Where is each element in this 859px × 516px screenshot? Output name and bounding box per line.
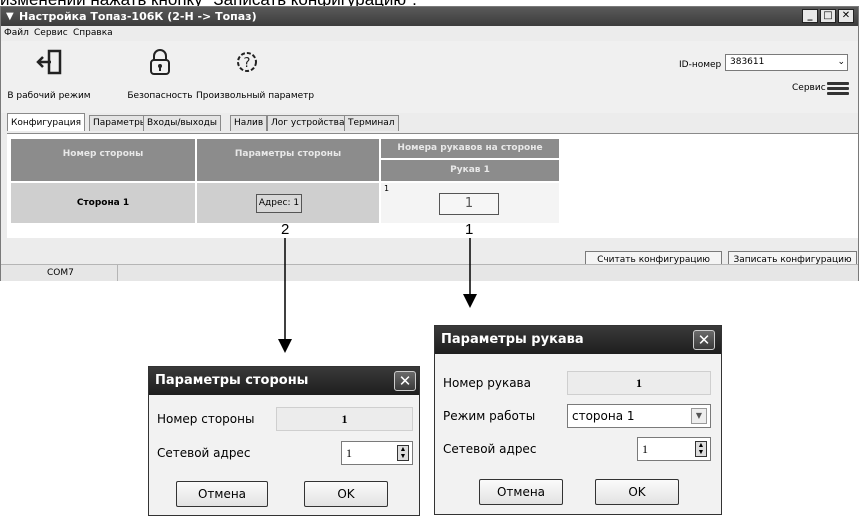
hose-cancel-button[interactable]: Отмена (479, 479, 563, 505)
side-net-address-value: 1 (346, 446, 352, 460)
hose-net-address-value: 1 (642, 442, 648, 456)
hose-net-address-stepper[interactable]: 1 ▲ ▼ (637, 437, 711, 461)
close-icon[interactable]: ✕ (693, 330, 715, 350)
hose-net-address-label: Сетевой адрес (443, 442, 537, 456)
arrow-hose-head (463, 294, 477, 308)
dropdown-arrow-icon[interactable]: ▼ (691, 408, 707, 424)
side-net-address-stepper[interactable]: 1 ▲ ▼ (341, 441, 413, 465)
side-cancel-button[interactable]: Отмена (176, 481, 268, 507)
hose-number-label: Номер рукава (443, 376, 531, 390)
hose-dialog-title-text: Параметры рукава (441, 332, 584, 347)
side-net-address-label: Сетевой адрес (157, 446, 251, 460)
side-number-label: Номер стороны (157, 412, 255, 426)
hose-ok-button[interactable]: OK (595, 479, 679, 505)
spin-arrows-icon[interactable]: ▲ ▼ (397, 445, 409, 461)
side-ok-button[interactable]: OK (304, 481, 388, 507)
side-number-field: 1 (276, 407, 413, 431)
hose-dialog-title: Параметры рукава (435, 326, 721, 354)
side-dialog-title-text: Параметры стороны (155, 373, 309, 388)
spin-arrows-icon[interactable]: ▲ ▼ (695, 441, 707, 457)
close-icon[interactable]: ✕ (394, 371, 416, 391)
mode-select[interactable]: сторона 1 ▼ (567, 404, 711, 428)
side-params-dialog: Параметры стороны ✕ Номер стороны 1 Сете… (148, 366, 420, 516)
annotation-arrows (278, 238, 477, 353)
arrow-side-head (278, 339, 292, 353)
hose-params-dialog: Параметры рукава ✕ Номер рукава 1 Режим … (434, 325, 722, 515)
side-dialog-title: Параметры стороны (149, 367, 419, 395)
mode-label: Режим работы (443, 409, 536, 423)
mode-value: сторона 1 (572, 409, 635, 423)
hose-number-field: 1 (567, 371, 711, 395)
